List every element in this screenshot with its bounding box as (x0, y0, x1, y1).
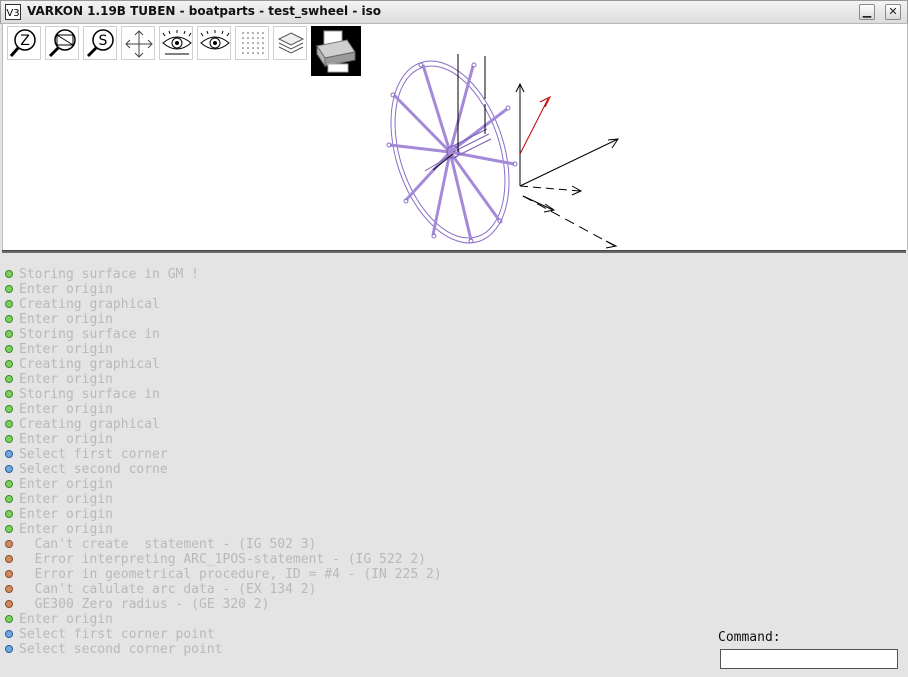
varkon-logo-icon: V3 (5, 4, 21, 20)
log-text: Enter origin (19, 612, 113, 627)
svg-text:V3: V3 (6, 8, 19, 19)
info-status-icon (5, 285, 13, 293)
wheel-spokes (389, 64, 515, 241)
log-text: Enter origin (19, 342, 113, 357)
info-status-icon (5, 405, 13, 413)
info-status-icon (5, 315, 13, 323)
command-input[interactable] (720, 649, 898, 669)
prompt-status-icon (5, 465, 13, 473)
wheel-model (386, 60, 518, 244)
log-text: Select first corner point (19, 627, 215, 642)
info-status-icon (5, 360, 13, 368)
info-status-icon (5, 525, 13, 533)
close-icon: ✕ (888, 5, 898, 18)
log-text: Enter origin (19, 312, 113, 327)
info-status-icon (5, 495, 13, 503)
log-text: Select first corner (19, 447, 168, 462)
window-title: VARKON 1.19B TUBEN - boatparts - test_sw… (27, 4, 382, 18)
log-text: Enter origin (19, 522, 113, 537)
close-button[interactable]: ✕ (885, 4, 901, 20)
graphics-viewport[interactable]: Z S (2, 24, 908, 250)
error-status-icon (5, 570, 13, 578)
log-text: Storing surface in GM ! (19, 267, 200, 282)
minimize-icon: ▁ (862, 5, 872, 18)
info-status-icon (5, 270, 13, 278)
info-status-icon (5, 420, 13, 428)
log-text: Can't calulate arc data - (EX 134 2) (19, 582, 317, 597)
pane-divider[interactable] (2, 250, 906, 253)
axis-triads (432, 54, 620, 249)
info-status-icon (5, 330, 13, 338)
message-console: Storing surface in GM ! Enter origin Creat… (2, 254, 906, 677)
prompt-status-icon (5, 645, 13, 653)
info-status-icon (5, 615, 13, 623)
command-label: Command: (718, 630, 781, 645)
log-text: Enter origin (19, 492, 113, 507)
log-text: Enter origin (19, 372, 113, 387)
log-text: Storing surface in (19, 327, 160, 342)
info-status-icon (5, 480, 13, 488)
error-status-icon (5, 555, 13, 563)
log-text: Can't create statement - (IG 502 3) (19, 537, 317, 552)
info-status-icon (5, 510, 13, 518)
log-text: Error interpreting ARC_1POS-statement - … (19, 552, 426, 567)
log-text: Enter origin (19, 282, 113, 297)
title-bar: V3 VARKON 1.19B TUBEN - boatparts - test… (0, 0, 908, 24)
prompt-status-icon (5, 450, 13, 458)
error-status-icon (5, 540, 13, 548)
info-status-icon (5, 390, 13, 398)
error-status-icon (5, 600, 13, 608)
log-text: Error in geometrical procedure, ID = #4 … (19, 567, 442, 582)
info-status-icon (5, 435, 13, 443)
log-text: Storing surface in (19, 387, 160, 402)
info-status-icon (5, 345, 13, 353)
model-view (386, 54, 620, 249)
log-text: Creating graphical (19, 297, 160, 312)
log-text: Select second corne (19, 462, 168, 477)
log-text: Creating graphical (19, 417, 160, 432)
log-text: Select second corner point (19, 642, 223, 657)
info-status-icon (5, 300, 13, 308)
log-text: Enter origin (19, 507, 113, 522)
error-status-icon (5, 585, 13, 593)
log-text: Enter origin (19, 432, 113, 447)
info-status-icon (5, 375, 13, 383)
log-text: Enter origin (19, 402, 113, 417)
log-text: Enter origin (19, 477, 113, 492)
minimize-button[interactable]: ▁ (859, 4, 875, 20)
prompt-status-icon (5, 630, 13, 638)
log-text: GE300 Zero radius - (GE 320 2) (19, 597, 270, 612)
log-text: Creating graphical (19, 357, 160, 372)
